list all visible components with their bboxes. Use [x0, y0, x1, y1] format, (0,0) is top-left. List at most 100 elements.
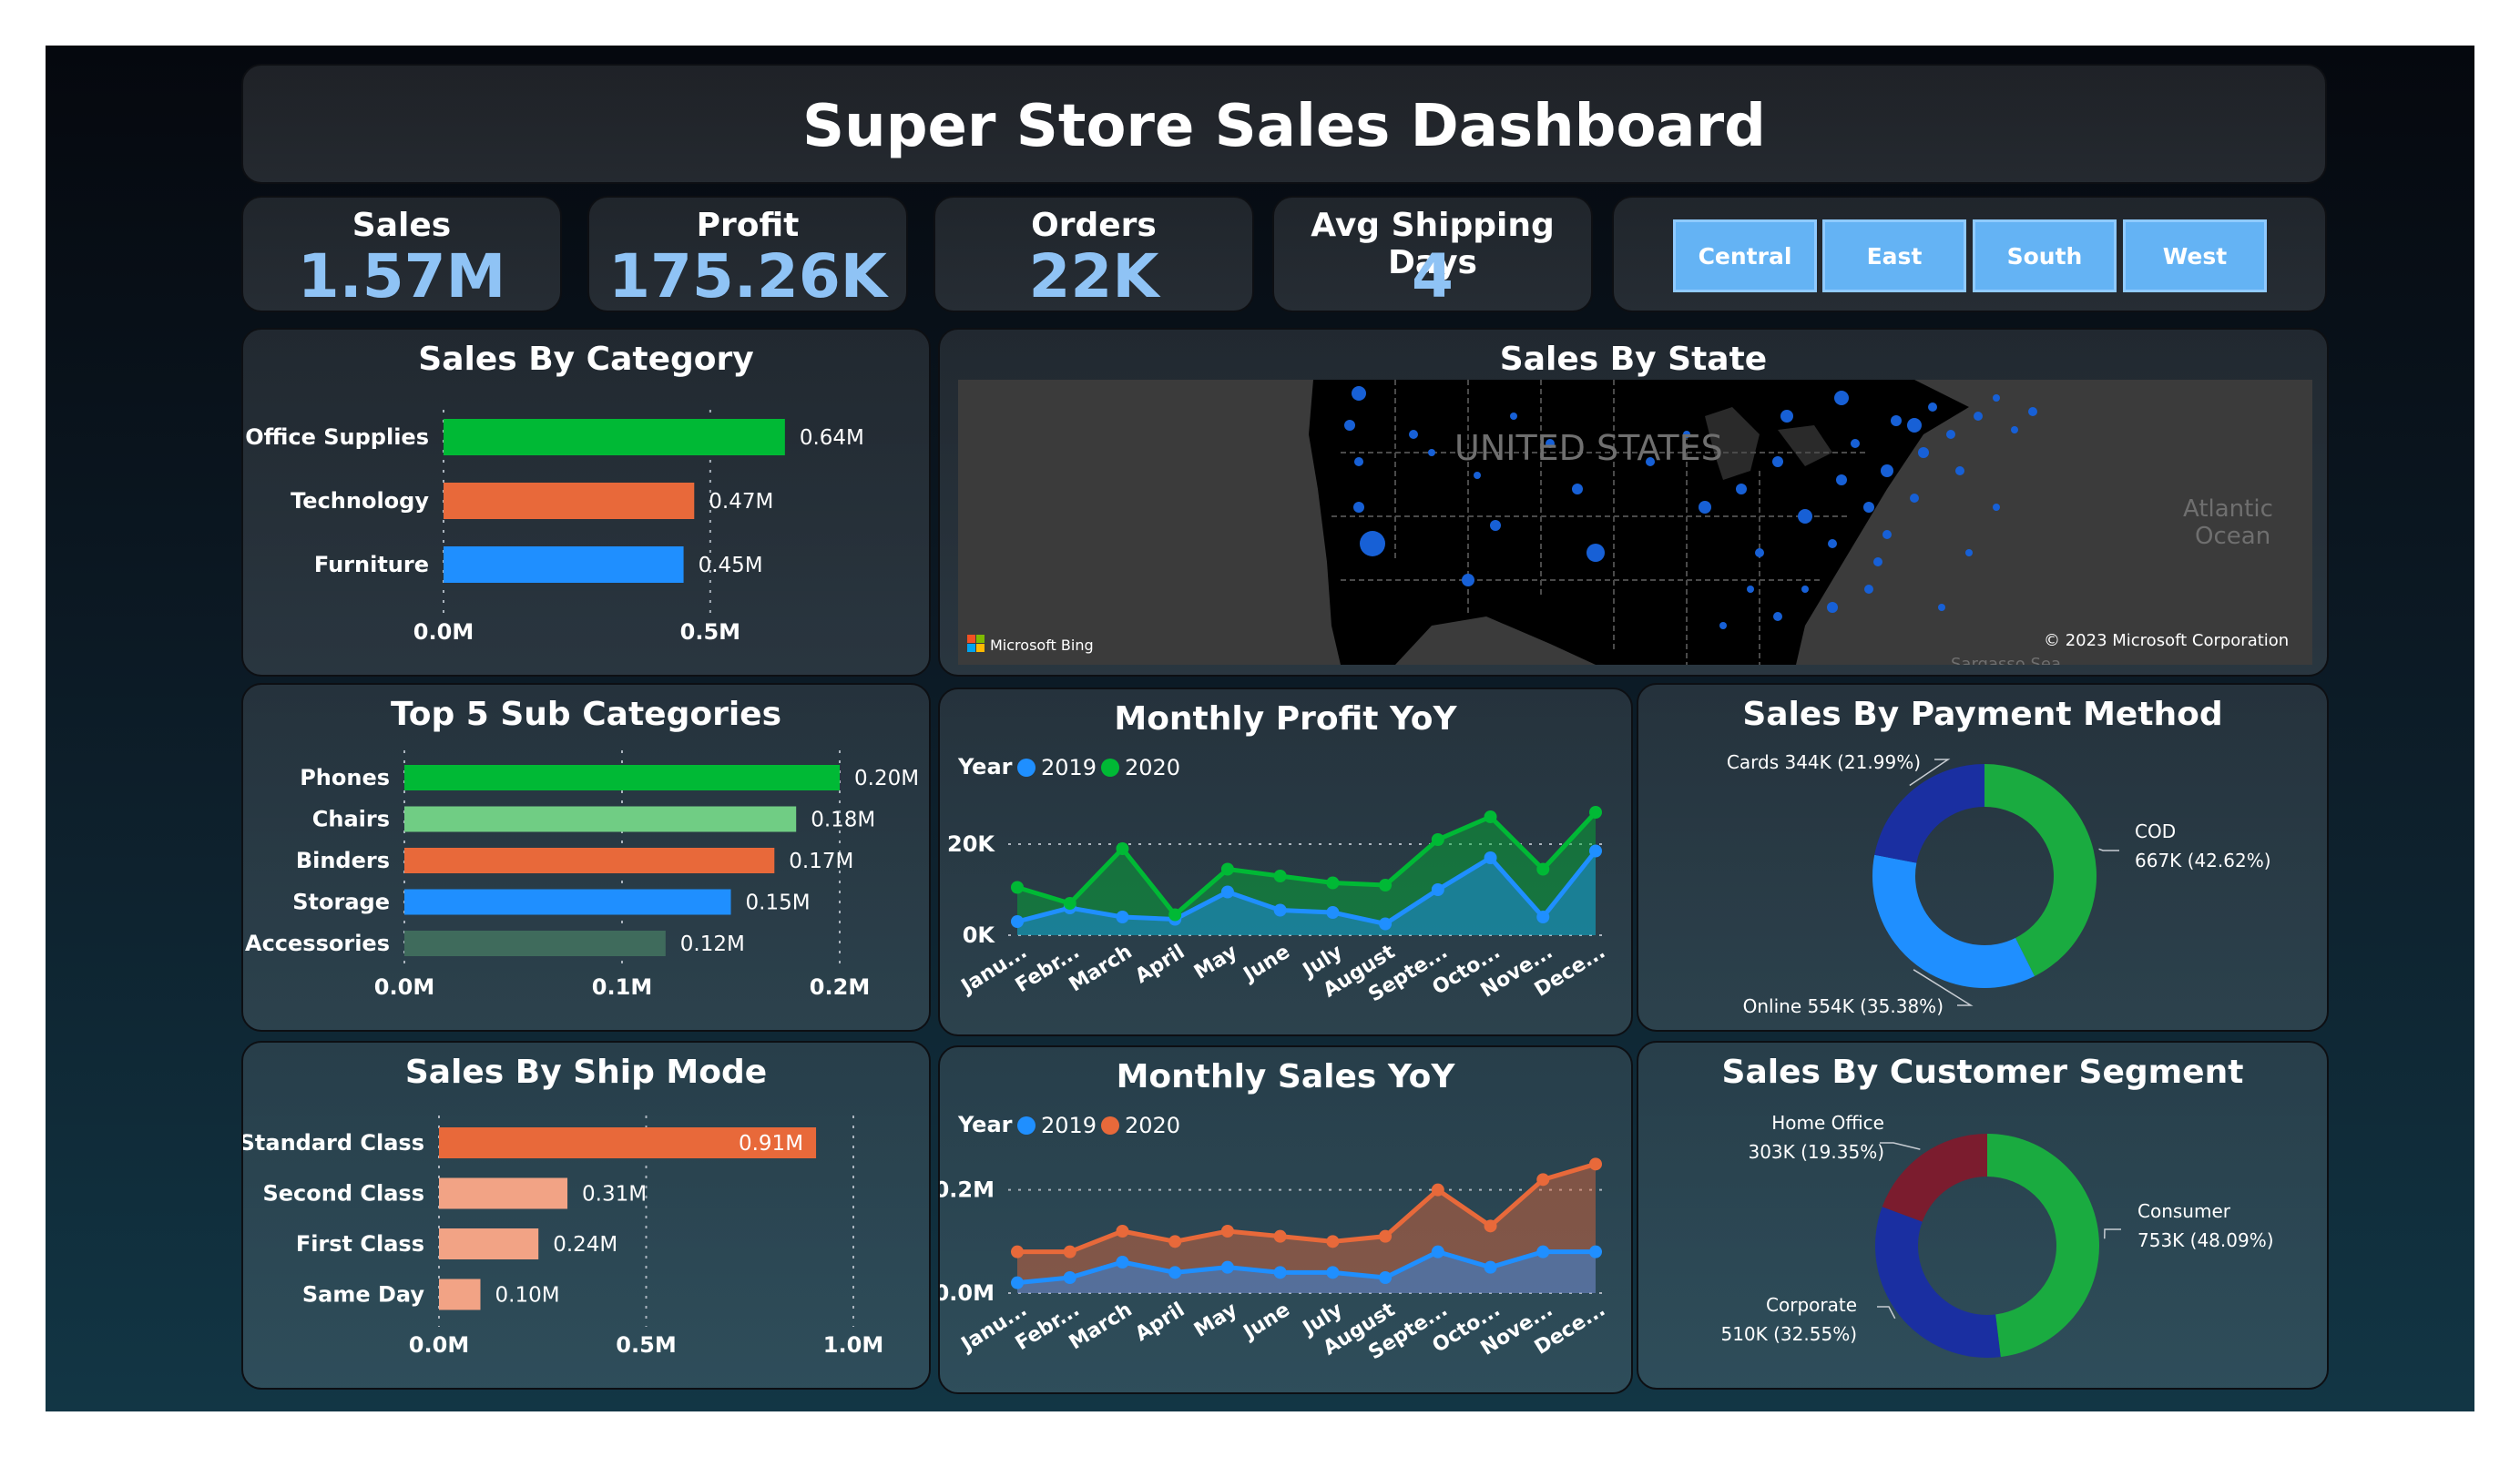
state-sales-bubble[interactable]: [1780, 410, 1793, 423]
bar: [404, 848, 775, 873]
state-sales-bubble[interactable]: [1773, 612, 1782, 621]
state-sales-bubble[interactable]: [1828, 539, 1837, 548]
data-point: [1273, 1229, 1287, 1243]
x-tick-label: 0.0M: [374, 974, 434, 1000]
state-sales-bubble[interactable]: [1834, 391, 1849, 405]
customer-segment-chart: Consumer 753K (48.09%) Corporate 510K (32.5…: [1720, 1112, 2274, 1358]
ship-mode-chart: 0.0M 0.5M 1.0M Standard Class 0.91M Second Cl…: [243, 1116, 883, 1358]
monthly-profit-panel: Monthly Profit YoY Year 2019 2020 0K 20K Janu…: [938, 688, 1633, 1036]
state-sales-bubble[interactable]: [1755, 548, 1764, 557]
state-sales-bubble[interactable]: [1907, 418, 1922, 433]
data-point: [1536, 862, 1550, 876]
map-view[interactable]: UNITED STATES Atlantic Ocean Sargasso Se…: [958, 380, 2312, 665]
leader-line: [1880, 1142, 1921, 1150]
state-sales-bubble[interactable]: [1736, 484, 1747, 494]
state-sales-bubble[interactable]: [1352, 386, 1366, 401]
state-sales-bubble[interactable]: [1863, 502, 1874, 513]
state-sales-bubble[interactable]: [2028, 407, 2037, 416]
map-attribution: © 2023 Microsoft Corporation: [2044, 631, 2289, 650]
data-point: [1326, 876, 1340, 890]
data-point: [1063, 1245, 1076, 1258]
state-sales-bubble[interactable]: [1490, 520, 1501, 531]
state-sales-bubble[interactable]: [1910, 494, 1919, 503]
leader-line: [1877, 1306, 1896, 1319]
sales-by-state-panel: Sales By State UNITED STATES Atlantic Oc…: [938, 328, 2329, 677]
data-point: [1220, 862, 1234, 876]
state-sales-bubble[interactable]: [1873, 557, 1882, 566]
x-tick-label: 1.0M: [823, 1332, 883, 1358]
donut-slice: [1882, 1134, 1987, 1222]
state-sales-bubble[interactable]: [1946, 430, 1955, 439]
data-point: [1220, 1260, 1234, 1274]
x-tick-label: 0.0M: [413, 619, 474, 645]
data-point: [1431, 1245, 1444, 1258]
state-sales-bubble[interactable]: [1801, 586, 1809, 593]
region-west-button[interactable]: West: [2123, 219, 2267, 292]
region-south-button[interactable]: South: [1973, 219, 2117, 292]
state-sales-bubble[interactable]: [1462, 574, 1474, 586]
state-sales-bubble[interactable]: [1772, 456, 1783, 467]
data-point: [1116, 1256, 1129, 1269]
monthly-sales-chart: Year 2019 20200.0M0.2MJanu...Febr...MarchA…: [940, 1112, 1609, 1365]
x-tick-label: 0.2M: [810, 974, 870, 1000]
state-sales-bubble[interactable]: [2011, 426, 2018, 433]
bing-logo-text: Microsoft Bing: [990, 637, 1094, 654]
x-tick-label: 0.5M: [680, 619, 740, 645]
state-sales-bubble[interactable]: [1993, 394, 2000, 402]
state-sales-bubble[interactable]: [1891, 415, 1902, 426]
data-label: 0.17M: [789, 850, 853, 873]
state-sales-bubble[interactable]: [1798, 509, 1812, 524]
data-point: [1273, 870, 1287, 882]
state-sales-bubble[interactable]: [1851, 439, 1860, 448]
state-sales-bubble[interactable]: [1572, 484, 1583, 494]
state-sales-bubble[interactable]: [1353, 502, 1364, 513]
legend-marker: [1101, 1116, 1119, 1135]
donut-slice: [1874, 764, 1984, 863]
data-point: [1011, 1245, 1024, 1258]
state-sales-bubble[interactable]: [1827, 602, 1838, 613]
data-label: 0.10M: [495, 1284, 560, 1308]
state-sales-bubble[interactable]: [1474, 472, 1481, 479]
data-point: [1379, 1271, 1393, 1284]
state-sales-bubble[interactable]: [1965, 549, 1973, 556]
state-sales-bubble[interactable]: [1882, 530, 1892, 539]
data-point: [1168, 908, 1182, 922]
donut-slice: [1987, 1134, 2099, 1358]
state-sales-bubble[interactable]: [1409, 430, 1418, 439]
slice-label: Consumer: [2137, 1200, 2231, 1222]
state-sales-bubble[interactable]: [1699, 501, 1711, 514]
state-sales-bubble[interactable]: [1510, 413, 1517, 420]
category-label: Storage: [292, 890, 390, 915]
top-sub-categories-panel: Top 5 Sub Categories 0.0M 0.1M 0.2M Phones 0…: [241, 683, 931, 1032]
state-sales-bubble[interactable]: [1974, 412, 1983, 421]
state-sales-bubble[interactable]: [1344, 420, 1355, 431]
state-sales-bubble[interactable]: [1719, 622, 1727, 629]
state-sales-bubble[interactable]: [1993, 504, 2000, 511]
category-label: Office Supplies: [245, 424, 429, 450]
state-sales-bubble[interactable]: [1955, 466, 1964, 475]
state-sales-bubble[interactable]: [1428, 449, 1435, 456]
state-sales-bubble[interactable]: [1928, 402, 1937, 412]
ship-mode-panel: Sales By Ship Mode 0.0M 0.5M 1.0M Standard …: [241, 1041, 931, 1390]
bar: [404, 765, 840, 790]
state-sales-bubble[interactable]: [1881, 464, 1893, 477]
state-sales-bubble[interactable]: [1354, 457, 1363, 466]
y-tick-label: 0.0M: [940, 1280, 995, 1306]
state-sales-bubble[interactable]: [1938, 604, 1945, 611]
microsoft-bing-logo: Microsoft Bing: [967, 635, 1094, 654]
state-sales-bubble[interactable]: [1864, 585, 1873, 594]
region-east-button[interactable]: East: [1822, 219, 1966, 292]
state-sales-bubble[interactable]: [1586, 544, 1605, 562]
state-sales-bubble[interactable]: [1747, 586, 1754, 593]
data-point: [1379, 879, 1393, 892]
data-point: [1589, 1245, 1602, 1258]
state-sales-bubble[interactable]: [1918, 447, 1929, 458]
region-central-button[interactable]: Central: [1673, 219, 1817, 292]
state-sales-bubble[interactable]: [1360, 531, 1385, 556]
state-sales-bubble[interactable]: [1836, 474, 1847, 485]
data-point: [1326, 1266, 1340, 1279]
donut-slice: [1872, 854, 2035, 988]
ocean-label-2: Ocean: [2195, 523, 2270, 550]
legend-marker: [1017, 759, 1036, 777]
legend-label: 2019: [1041, 1113, 1097, 1138]
